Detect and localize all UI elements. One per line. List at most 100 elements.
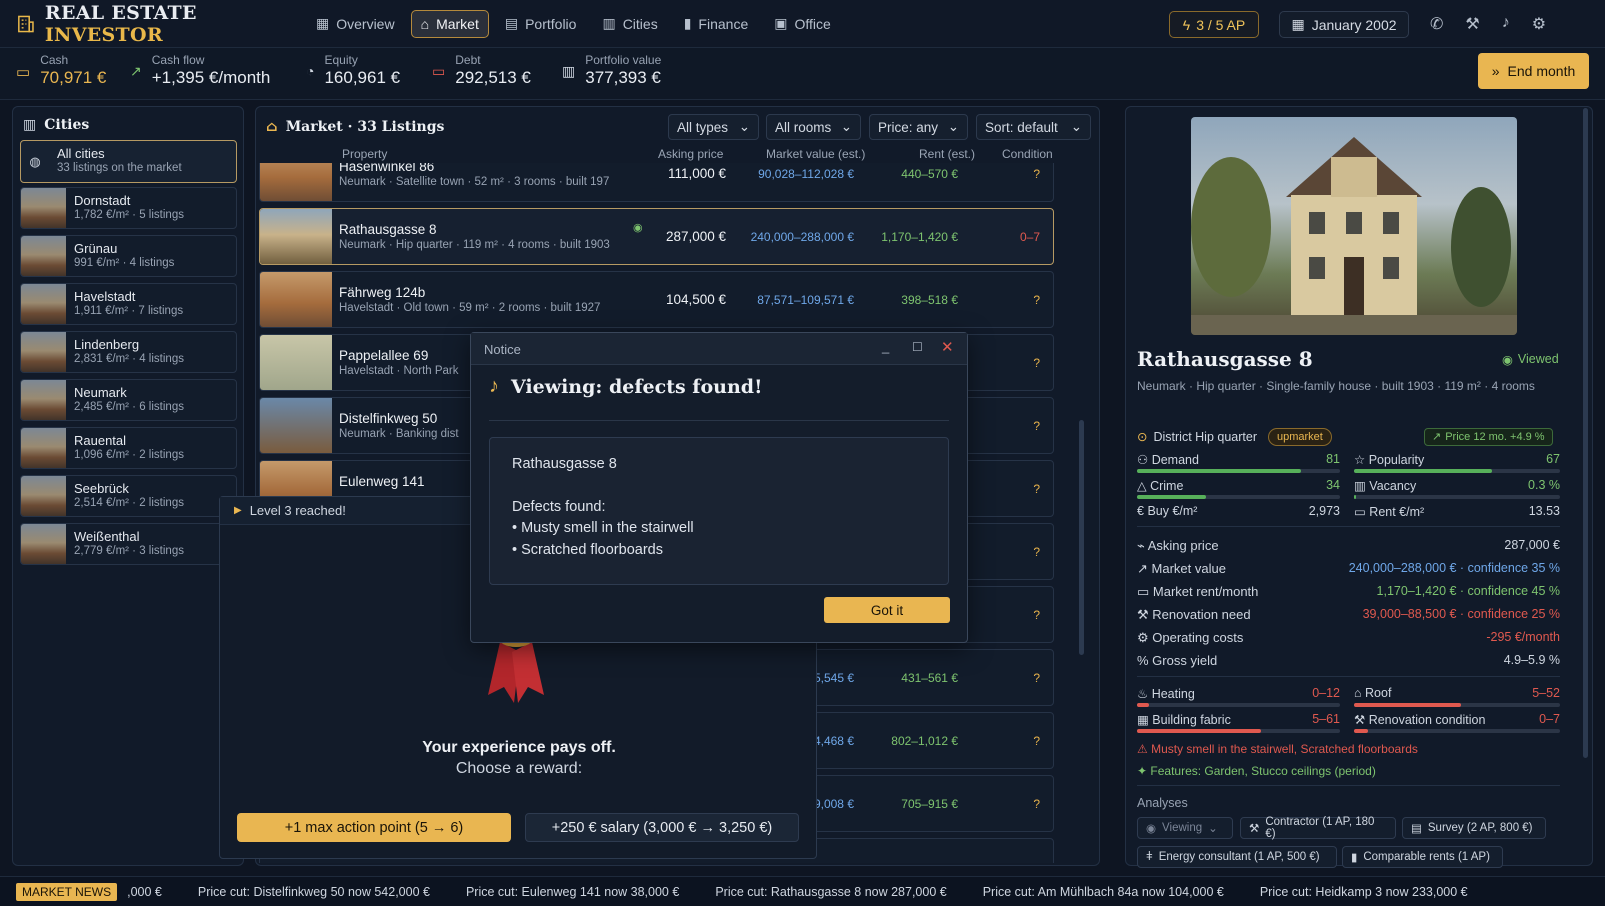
- popularity-label: ☆ Popularity: [1354, 453, 1425, 467]
- city-all[interactable]: ◍ All cities 33 listings on the market: [20, 140, 237, 183]
- market-scrollbar[interactable]: [1079, 420, 1084, 655]
- app-title: REAL ESTATE INVESTOR: [44, 1, 197, 46]
- clipboard-icon: ▤: [1411, 823, 1422, 835]
- market-value-label: ↗ Market value: [1137, 561, 1226, 576]
- level-up-line2: Choose a reward:: [455, 760, 583, 777]
- city-thumbnail: [21, 476, 66, 516]
- table-row[interactable]: Hasenwinkel 86 Neumark · Satellite town ·…: [259, 163, 1054, 202]
- sort-select[interactable]: Sort: default ⌄: [976, 114, 1091, 140]
- operating-value: -295 €/month: [1486, 630, 1560, 644]
- analysis-energy-button[interactable]: ǂ Energy consultant (1 AP, 500 €): [1137, 846, 1337, 868]
- nav-office[interactable]: ▣ Office: [764, 9, 841, 38]
- analysis-rents-button[interactable]: ▮ Comparable rents (1 AP): [1342, 846, 1503, 868]
- city-thumbnail: [21, 236, 66, 276]
- column-property[interactable]: Property: [342, 147, 387, 161]
- popularity-bar: [1354, 469, 1560, 473]
- type-filter[interactable]: All types ⌄: [668, 114, 759, 140]
- property-thumbnail: [260, 209, 332, 264]
- grid-icon: ▦: [316, 15, 330, 31]
- notice-heading-row: ♪ Viewing: defects found!: [489, 375, 762, 398]
- city-item[interactable]: Weißenthal 2,779 €/m² · 3 listings: [20, 523, 237, 565]
- detail-scrollbar[interactable]: [1583, 108, 1588, 758]
- notice-defects-title: Defects found:: [512, 498, 606, 515]
- analysis-viewing-button[interactable]: ◉ Viewing ⌄: [1137, 817, 1233, 839]
- map-icon: ▥: [602, 15, 616, 31]
- date-display[interactable]: ▦ January 2002: [1279, 11, 1409, 38]
- city-item[interactable]: Rauental 1,096 €/m² · 2 listings: [20, 427, 237, 469]
- column-market-value[interactable]: Market value (est.): [766, 147, 865, 161]
- gear-icon[interactable]: ⚙: [1532, 14, 1546, 34]
- cash-stat: ▭ Cash 70,971 €: [16, 53, 107, 87]
- nav-market[interactable]: ⌂ Market: [410, 9, 489, 38]
- city-thumbnail: [21, 188, 66, 228]
- asking-label: ⌁ Asking price: [1137, 538, 1219, 553]
- maximize-icon[interactable]: ☐: [912, 340, 923, 354]
- analyses-title: Analyses: [1137, 796, 1188, 810]
- fabric-value: 5–61: [1312, 712, 1340, 726]
- bar-chart-icon: ▮: [683, 15, 692, 31]
- analysis-contractor-button[interactable]: ⚒ Contractor (1 AP, 180 €): [1240, 816, 1396, 840]
- reward-salary-button[interactable]: +250 € salary (3,000 € → 3,250 €): [525, 813, 799, 842]
- column-rent[interactable]: Rent (est.): [919, 147, 975, 161]
- portfolio-stat: ▥ Portfolio value 377,393 €: [562, 53, 662, 87]
- yield-label: % Gross yield: [1137, 653, 1218, 668]
- divider: [489, 420, 949, 421]
- credit-card-icon: ▭: [432, 63, 446, 79]
- minimize-icon[interactable]: _: [882, 339, 889, 354]
- price-filter[interactable]: Price: any ⌄: [869, 114, 968, 140]
- bar-chart-icon: ▮: [1351, 852, 1358, 864]
- city-item[interactable]: Seebrück 2,514 €/m² · 2 listings: [20, 475, 237, 517]
- table-row-selected[interactable]: Rathausgasse 8 ◉ Neumark · Hip quarter · 1…: [259, 208, 1054, 265]
- analysis-survey-button[interactable]: ▤ Survey (2 AP, 800 €): [1402, 817, 1546, 839]
- vacancy-value: 0.3 %: [1528, 478, 1560, 492]
- table-row[interactable]: Fährweg 124b Havelstadt · Old town · 59 m…: [259, 271, 1054, 328]
- defect-item: • Musty smell in the stairwell: [512, 520, 694, 536]
- market-rent-value: 1,170–1,420 € · confidence 45 %: [1376, 584, 1560, 598]
- phone-icon[interactable]: ✆: [1430, 14, 1443, 34]
- cities-panel: ▥ Cities ◍ All cities 33 listings on the m…: [12, 106, 244, 866]
- notice-body: Rathausgasse 8 Defects found: • Musty sm…: [489, 437, 949, 585]
- city-thumbnail: [21, 428, 66, 468]
- renovation-condition-value: 0–7: [1539, 712, 1560, 726]
- city-item[interactable]: Lindenberg 2,831 €/m² · 4 listings: [20, 331, 237, 373]
- city-item[interactable]: Dornstadt 1,782 €/m² · 5 listings: [20, 187, 237, 229]
- close-icon[interactable]: ✕: [941, 338, 954, 356]
- city-item[interactable]: Neumark 2,485 €/m² · 6 listings: [20, 379, 237, 421]
- nav-finance[interactable]: ▮ Finance: [674, 9, 759, 38]
- bell-icon[interactable]: ♪: [1502, 14, 1510, 34]
- column-condition[interactable]: Condition: [1002, 147, 1053, 161]
- divider: [1137, 785, 1560, 786]
- price-trend-badge: ↗ Price 12 mo. +4.9 %: [1424, 428, 1553, 446]
- nav-overview[interactable]: ▦ Overview: [306, 9, 405, 38]
- city-thumbnail: [21, 380, 66, 420]
- end-month-button[interactable]: » End month: [1478, 53, 1589, 89]
- demand-bar: [1137, 469, 1340, 473]
- chevron-down-icon: ⌄: [840, 119, 852, 134]
- ticker-item: Price cut: Am Mühlbach 84a now 104,000 €: [982, 884, 1224, 899]
- chevron-down-icon: ⌄: [947, 119, 959, 134]
- defects-line: ⚠ Musty smell in the stairwell, Scratche…: [1137, 742, 1418, 756]
- got-it-button[interactable]: Got it: [824, 597, 950, 623]
- renovation-condition-bar: [1354, 729, 1560, 733]
- house-illustration: [1191, 137, 1517, 335]
- bell-icon: ♪: [489, 375, 499, 397]
- rooms-filter[interactable]: All rooms ⌄: [766, 114, 861, 140]
- notice-window-title: Notice: [484, 342, 521, 357]
- renovation-condition-label: ⚒ Renovation condition: [1354, 713, 1486, 727]
- demand-label: ⚇ Demand: [1137, 453, 1199, 467]
- chevron-down-icon: ⌄: [1070, 119, 1082, 134]
- buy-label: € Buy €/m²: [1137, 504, 1198, 518]
- cashflow-stat: ↗ Cash flow +1,395 €/month: [130, 53, 271, 87]
- viewed-badge: ◉ Viewed: [1502, 352, 1559, 367]
- nav-portfolio[interactable]: ▤ Portfolio: [495, 9, 587, 38]
- cities-header: ▥ Cities: [23, 117, 90, 133]
- nav-cities[interactable]: ▥ Cities: [592, 9, 667, 38]
- reward-action-point-button[interactable]: +1 max action point (5 → 6): [237, 813, 511, 842]
- equity-stat: ◔ Equity 160,961 €: [306, 53, 401, 87]
- city-item[interactable]: Grünau 991 €/m² · 4 listings: [20, 235, 237, 277]
- city-item[interactable]: Havelstadt 1,911 €/m² · 7 listings: [20, 283, 237, 325]
- city-thumbnail: [21, 332, 66, 372]
- column-asking[interactable]: Asking price: [658, 147, 723, 161]
- main-nav: ▦ Overview ⌂ Market ▤ Portfolio ▥ Cities ▮ Fi…: [306, 9, 841, 38]
- hammer-icon[interactable]: ⚒: [1465, 14, 1479, 34]
